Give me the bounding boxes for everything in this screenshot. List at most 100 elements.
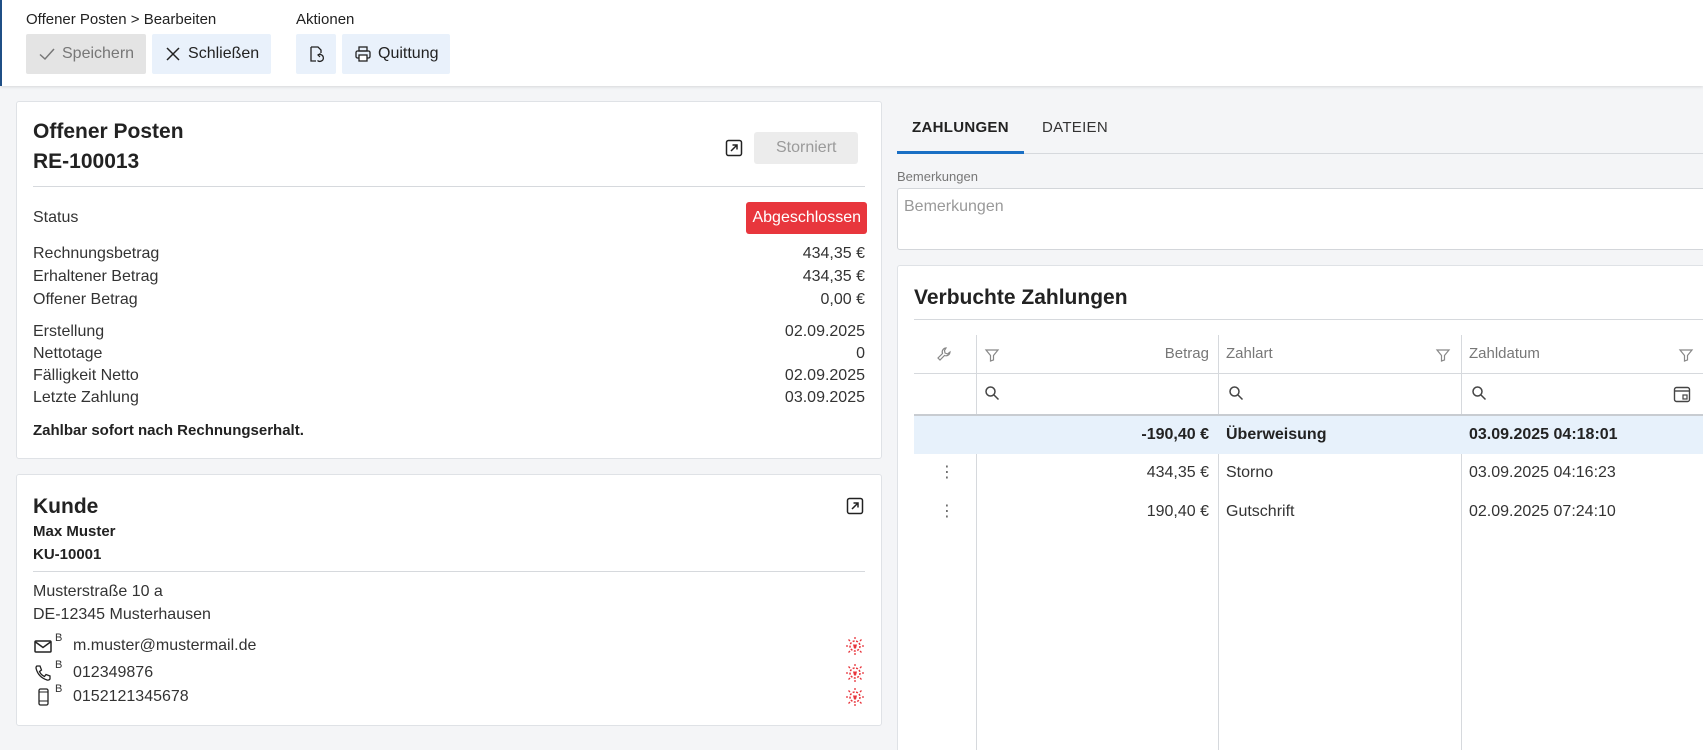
mobile-row: B 0152121345678 bbox=[33, 683, 865, 708]
cell-date: 03.09.2025 04:16:23 bbox=[1469, 464, 1616, 481]
erstellung-row: Erstellung 02.09.2025 bbox=[33, 322, 865, 342]
posten-title: Offener Posten bbox=[33, 120, 184, 143]
save-button-label: Speichern bbox=[62, 45, 135, 62]
customer-mobile[interactable]: 0152121345678 bbox=[73, 688, 189, 706]
faelligkeit-row: Fälligkeit Netto 02.09.2025 bbox=[33, 366, 865, 386]
filter-icon[interactable] bbox=[1678, 347, 1694, 363]
cell-method: Storno bbox=[1226, 464, 1274, 481]
external-link-icon[interactable] bbox=[846, 497, 864, 515]
divider bbox=[914, 373, 1703, 374]
tab-payments[interactable]: ZAHLUNGEN bbox=[897, 112, 1024, 154]
customer-street: Musterstraße 10 a bbox=[33, 583, 163, 600]
tab-files[interactable]: DATEIEN bbox=[1027, 112, 1123, 154]
column-divider bbox=[976, 335, 977, 750]
faelligkeit-value: 02.09.2025 bbox=[784, 367, 865, 384]
more-vertical-icon[interactable]: ⋮ bbox=[939, 454, 955, 492]
search-icon[interactable] bbox=[1471, 385, 1487, 401]
wrench-icon[interactable] bbox=[936, 346, 952, 362]
search-icon[interactable] bbox=[1228, 385, 1244, 401]
offen-value: 0,00 € bbox=[820, 291, 865, 308]
receipt-button-label: Quittung bbox=[378, 45, 439, 62]
cell-method: Überweisung bbox=[1226, 426, 1327, 443]
column-divider bbox=[1461, 335, 1462, 750]
edit-group: Offener Posten > Bearbeiten Speichern Sc… bbox=[26, 10, 272, 74]
external-link-icon[interactable] bbox=[725, 139, 743, 157]
table-row[interactable]: ⋮ 434,35 € Storno 03.09.2025 04:16:23 bbox=[914, 454, 1703, 492]
customer-email[interactable]: m.muster@mustermail.de bbox=[73, 637, 256, 655]
mobile-tag: B bbox=[55, 683, 63, 695]
more-vertical-icon[interactable]: ⋮ bbox=[939, 493, 955, 531]
divider bbox=[33, 571, 865, 572]
column-header-date[interactable]: Zahldatum bbox=[1469, 335, 1540, 373]
status-row: Status bbox=[33, 208, 865, 228]
divider bbox=[914, 319, 1703, 320]
printer-icon bbox=[355, 46, 371, 62]
top-toolbar: Offener Posten > Bearbeiten Speichern Sc… bbox=[0, 0, 1703, 86]
posten-number: RE-100013 bbox=[33, 150, 140, 173]
alert-icon bbox=[846, 637, 864, 655]
erstellung-label: Erstellung bbox=[33, 323, 105, 340]
cell-date: 02.09.2025 07:24:10 bbox=[1469, 503, 1616, 520]
table-row[interactable]: -190,40 € Überweisung 03.09.2025 04:18:0… bbox=[914, 416, 1703, 454]
table-row[interactable]: ⋮ 190,40 € Gutschrift 02.09.2025 07:24:1… bbox=[914, 493, 1703, 531]
save-button[interactable]: Speichern bbox=[26, 34, 147, 74]
actions-label: Aktionen bbox=[296, 11, 355, 28]
search-icon[interactable] bbox=[984, 385, 1000, 401]
tab-bar: ZAHLUNGEN DATEIEN bbox=[897, 112, 1703, 154]
storniert-button[interactable]: Storniert bbox=[754, 132, 859, 164]
remarks-field[interactable]: Bemerkungen bbox=[897, 188, 1703, 250]
payment-terms: Zahlbar sofort nach Rechnungserhalt. bbox=[33, 422, 304, 439]
posten-card: Offener Posten RE-100013 Storniert Statu… bbox=[16, 101, 882, 459]
rechnungsbetrag-value: 434,35 € bbox=[802, 245, 865, 262]
cell-amount: -190,40 € bbox=[1141, 426, 1209, 443]
cell-date: 03.09.2025 04:18:01 bbox=[1469, 426, 1618, 443]
payments-grid-card: Verbuchte Zahlungen Betrag Zahlart Zahld… bbox=[897, 265, 1703, 750]
close-button-label: Schließen bbox=[188, 45, 260, 62]
erhalten-value: 434,35 € bbox=[802, 268, 865, 285]
customer-phone[interactable]: 012349876 bbox=[73, 664, 153, 682]
close-icon bbox=[166, 47, 180, 61]
mobile-icon bbox=[38, 688, 49, 706]
phone-row: B 012349876 bbox=[33, 659, 865, 684]
erhalten-label: Erhaltener Betrag bbox=[33, 268, 159, 285]
rechnungsbetrag-label: Rechnungsbetrag bbox=[33, 245, 160, 262]
status-label: Status bbox=[33, 209, 79, 226]
column-divider bbox=[1218, 335, 1219, 750]
close-button[interactable]: Schließen bbox=[152, 34, 272, 74]
column-header-method[interactable]: Zahlart bbox=[1226, 335, 1273, 373]
customer-number: KU-10001 bbox=[33, 546, 102, 563]
letzte-zahlung-row: Letzte Zahlung 03.09.2025 bbox=[33, 388, 865, 408]
document-refresh-icon bbox=[310, 46, 325, 63]
letzte-zahlung-label: Letzte Zahlung bbox=[33, 389, 139, 406]
filter-icon[interactable] bbox=[1435, 347, 1451, 363]
calendar-icon[interactable] bbox=[1673, 385, 1691, 403]
cell-amount: 190,40 € bbox=[1146, 503, 1209, 520]
receipt-button[interactable]: Quittung bbox=[342, 34, 451, 74]
alert-icon bbox=[846, 688, 864, 706]
faelligkeit-label: Fälligkeit Netto bbox=[33, 367, 139, 384]
nettotage-value: 0 bbox=[856, 345, 865, 362]
phone-tag: B bbox=[55, 659, 63, 671]
actions-group: Aktionen Quittung bbox=[296, 10, 451, 74]
phone-icon bbox=[35, 665, 51, 681]
offen-row: Offener Betrag 0,00 € bbox=[33, 290, 865, 310]
customer-name: Max Muster bbox=[33, 523, 116, 540]
refresh-document-button[interactable] bbox=[296, 34, 336, 74]
cell-amount: 434,35 € bbox=[1146, 464, 1209, 481]
nettotage-label: Nettotage bbox=[33, 345, 103, 362]
letzte-zahlung-value: 03.09.2025 bbox=[784, 389, 865, 406]
rechnungsbetrag-row: Rechnungsbetrag 434,35 € bbox=[33, 244, 865, 264]
offen-label: Offener Betrag bbox=[33, 291, 138, 308]
remarks-label: Bemerkungen bbox=[897, 169, 978, 184]
check-icon bbox=[39, 48, 55, 61]
erstellung-value: 02.09.2025 bbox=[784, 323, 865, 340]
column-header-amount[interactable]: Betrag bbox=[998, 335, 1209, 373]
customer-card: Kunde Max Muster KU-10001 Musterstraße 1… bbox=[16, 474, 882, 726]
email-tag: B bbox=[55, 632, 63, 644]
status-badge: Abgeschlossen bbox=[746, 202, 867, 234]
breadcrumb: Offener Posten > Bearbeiten bbox=[26, 11, 217, 28]
payments-title: Verbuchte Zahlungen bbox=[914, 286, 1128, 309]
customer-title: Kunde bbox=[33, 495, 99, 518]
divider bbox=[33, 186, 865, 187]
mail-icon bbox=[34, 640, 52, 653]
